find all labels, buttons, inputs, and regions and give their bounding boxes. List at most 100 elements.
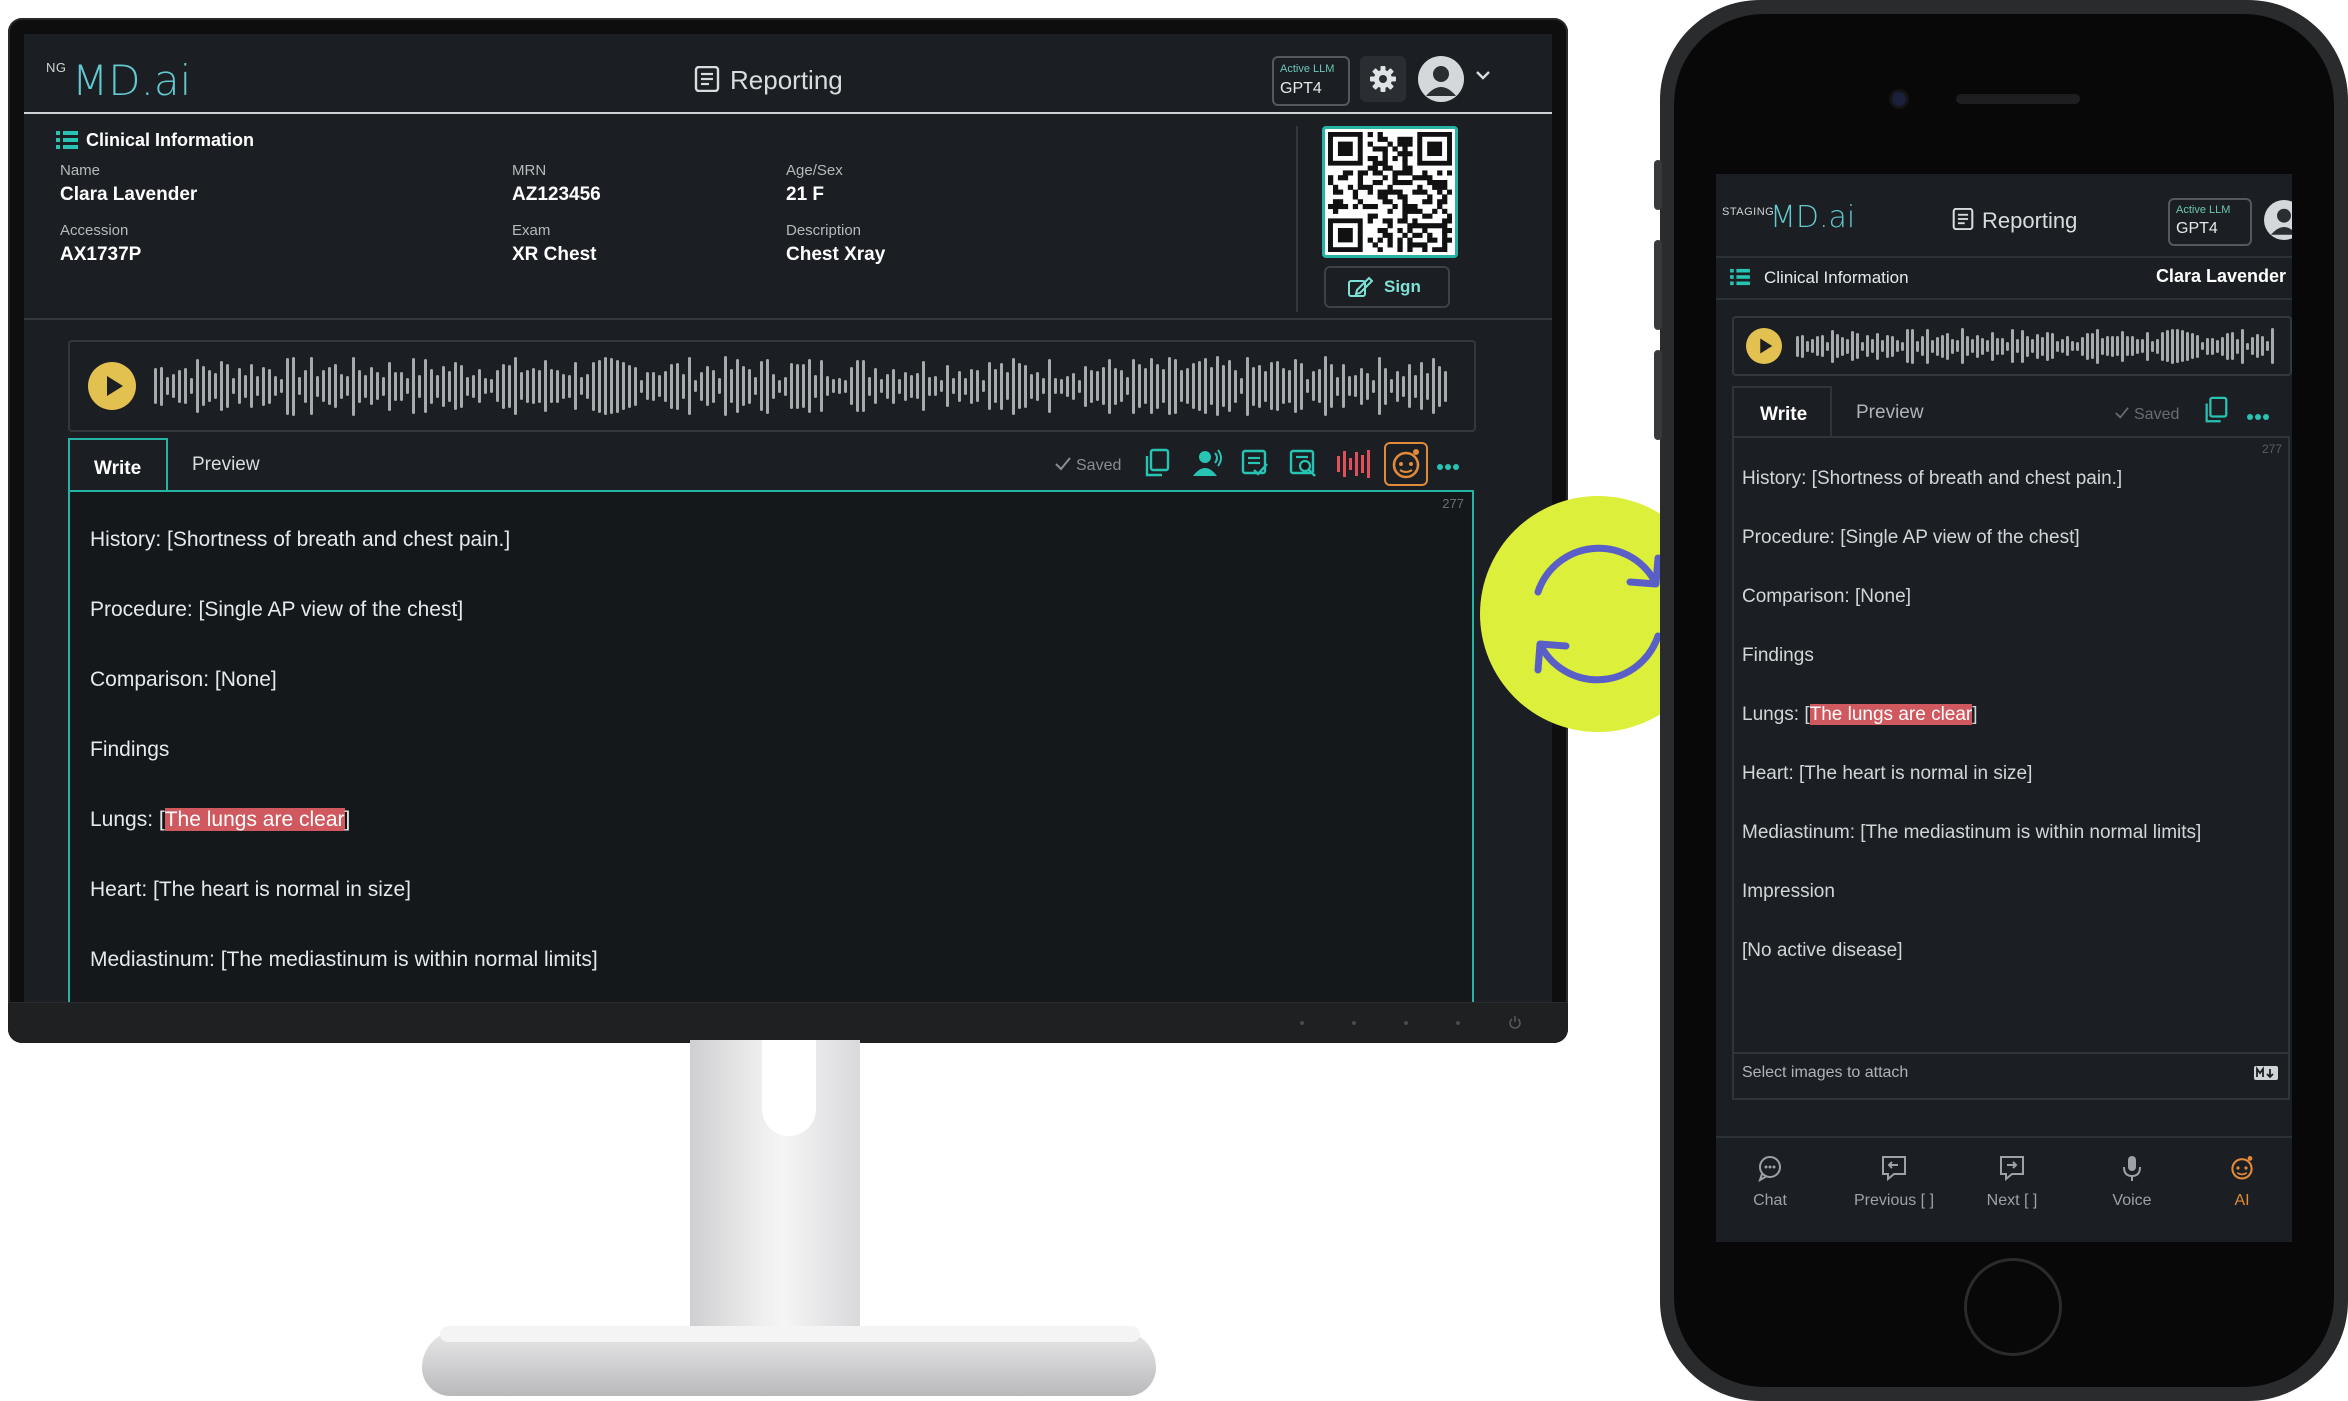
highlighted-field[interactable]: The lungs are clear (1809, 704, 1973, 725)
user-avatar[interactable] (2264, 200, 2292, 240)
dictation-user-icon[interactable] (1190, 448, 1224, 483)
waveform-bar (1991, 332, 1994, 361)
waveform-bar (1018, 363, 1021, 409)
waveform-bar (946, 365, 949, 407)
waveform-bar (1042, 378, 1045, 394)
nav-chat[interactable]: Chat (1720, 1148, 1820, 1218)
previous-icon (1880, 1154, 1908, 1187)
nav-previous[interactable]: Previous [ ] (1834, 1148, 1954, 1218)
tab-write[interactable]: Write (68, 438, 168, 494)
waveform-bar (2146, 332, 2149, 361)
desktop-monitor: NG MD.ai Reporting Active LLM GPT4 Clini… (8, 18, 1568, 1043)
waveform-bar (814, 375, 817, 398)
play-button[interactable] (88, 362, 136, 410)
description-label: Description (786, 222, 862, 239)
tab-preview[interactable]: Preview (1856, 402, 1924, 424)
audio-player (1732, 316, 2292, 376)
waveform-bar (1264, 371, 1267, 402)
waveform-bar (808, 359, 811, 413)
waveform-bar (1911, 329, 1914, 364)
page-title: Reporting (730, 65, 843, 95)
tab-write[interactable]: Write (1732, 386, 1832, 440)
tab-preview[interactable]: Preview (192, 454, 260, 476)
attach-images-link[interactable]: Select images to attach (1742, 1064, 1908, 1082)
report-line-comparison: Comparison: [None] (90, 668, 277, 691)
highlighted-field[interactable]: The lungs are clear (164, 808, 345, 831)
waveform-bar (460, 365, 463, 408)
waveform-bar (376, 372, 379, 400)
active-llm-selector[interactable]: Active LLM GPT4 (2168, 198, 2252, 246)
waveform-bar (736, 359, 739, 413)
audio-level-icon[interactable] (1336, 448, 1370, 483)
active-llm-selector[interactable]: Active LLM GPT4 (1272, 56, 1350, 106)
waveform-bar (1961, 328, 1964, 364)
waveform-bar (400, 372, 403, 401)
waveform-bar (1986, 340, 1989, 352)
mobile-screen: STAGING MD.ai Reporting Active LLM GPT4 … (1716, 174, 2292, 1242)
copy-icon[interactable] (1142, 448, 1172, 483)
ai-assistant-button[interactable] (1384, 442, 1428, 486)
audio-waveform[interactable] (1796, 326, 2276, 366)
nav-ai[interactable]: AI (2202, 1148, 2282, 1218)
settings-button[interactable] (1360, 56, 1406, 102)
waveform-bar (352, 357, 355, 416)
waveform-bar (370, 367, 373, 405)
waveform-bar (346, 376, 349, 396)
play-button[interactable] (1746, 328, 1782, 364)
lungs-suffix: ] (344, 808, 351, 831)
waveform-bar (910, 375, 913, 398)
waveform-bar (442, 366, 445, 407)
chevron-down-icon[interactable] (1474, 68, 1492, 87)
report-line-findings: Findings (1742, 645, 1814, 666)
report-line-impression-text: [No active disease] (1742, 940, 1903, 961)
clinical-info-header[interactable]: Clinical Information (1764, 268, 1909, 288)
waveform-bar (1336, 377, 1339, 396)
find-in-report-icon[interactable] (1288, 448, 1318, 483)
waveform-bar (2026, 336, 2029, 357)
waveform-bar (190, 378, 193, 394)
more-options-icon[interactable] (2246, 408, 2270, 426)
waveform-bar (1390, 379, 1393, 393)
report-editor[interactable]: 277 History: [Shortness of breath and ch… (68, 490, 1474, 1004)
waveform-bar (358, 370, 361, 403)
waveform-bar (1354, 375, 1357, 397)
more-options-icon[interactable] (1436, 458, 1460, 476)
nav-next[interactable]: Next [ ] (1962, 1148, 2062, 1218)
waveform-bar (472, 375, 475, 398)
check-icon (1054, 456, 1072, 477)
home-button[interactable] (1964, 1258, 2062, 1356)
waveform-bar (958, 371, 961, 402)
lungs-suffix: ] (1972, 704, 1978, 725)
active-llm-label: Active LLM (1280, 63, 1335, 75)
waveform-bar (1318, 369, 1321, 403)
waveform-bar (520, 372, 523, 400)
report-template-icon[interactable] (1240, 448, 1270, 483)
waveform-bar (2096, 329, 2099, 364)
waveform-bar (670, 364, 673, 409)
app-logo[interactable]: MD.ai (1770, 200, 1855, 235)
nav-voice[interactable]: Voice (2082, 1148, 2182, 1218)
waveform-bar (2156, 339, 2159, 354)
user-avatar[interactable] (1418, 56, 1464, 102)
waveform-bar (244, 375, 247, 398)
waveform-bar (988, 362, 991, 410)
audio-waveform[interactable] (154, 354, 1454, 418)
copy-icon[interactable] (2202, 396, 2230, 429)
desktop-app-bar: NG MD.ai Reporting Active LLM GPT4 (24, 34, 1552, 114)
waveform-bar (1396, 371, 1399, 402)
waveform-bar (178, 370, 181, 403)
waveform-bar (2081, 337, 2084, 356)
waveform-bar (2141, 339, 2144, 353)
sign-button[interactable]: Sign (1324, 266, 1450, 308)
waveform-bar (1024, 365, 1027, 408)
waveform-bar (2006, 342, 2009, 351)
waveform-bar (1861, 342, 1864, 351)
report-editor[interactable]: 277 History: [Shortness of breath and ch… (1732, 436, 2290, 1100)
power-icon[interactable] (1508, 1015, 1522, 1034)
app-logo[interactable]: MD.ai (72, 56, 191, 105)
waveform-bar (886, 374, 889, 399)
next-icon (1998, 1154, 2026, 1187)
waveform-bar (1126, 377, 1129, 395)
waveform-bar (1222, 365, 1225, 407)
waveform-bar (2191, 333, 2194, 359)
